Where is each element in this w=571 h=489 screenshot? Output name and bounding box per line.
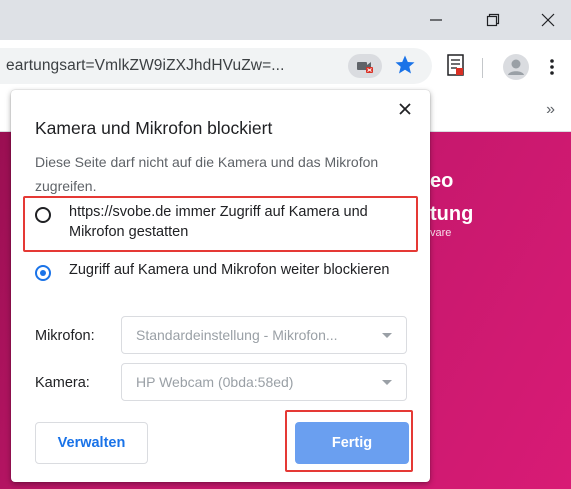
manage-button[interactable]: Verwalten (35, 422, 148, 464)
minimize-icon[interactable] (413, 0, 459, 40)
microphone-select[interactable]: Standardeinstellung - Mikrofon... (121, 316, 407, 354)
document-extension-icon[interactable] (446, 54, 466, 83)
avatar-icon[interactable] (503, 54, 529, 80)
close-icon[interactable] (394, 98, 416, 120)
toolbar-separator (482, 58, 483, 78)
dialog-title: Kamera und Mikrofon blockiert (35, 118, 273, 138)
page-subtitle-fragment: vare (430, 227, 452, 239)
kebab-menu-icon[interactable] (549, 58, 555, 81)
star-icon[interactable] (393, 53, 417, 82)
microphone-label: Mikrofon: (35, 328, 95, 344)
close-window-icon[interactable] (525, 0, 571, 40)
permission-dialog: Kamera und Mikrofon blockiert Diese Seit… (11, 90, 430, 482)
restore-icon[interactable] (470, 0, 516, 40)
dialog-description: Diese Seite darf nicht auf die Kamera un… (35, 154, 379, 194)
browser-toolbar: eartungsart=VmlkZW9iZXJhdHVuZw=... (0, 40, 571, 93)
double-chevron-icon[interactable]: » (546, 101, 555, 119)
title-bar (0, 0, 571, 40)
page-heading-fragment: eo (430, 170, 454, 192)
camera-blocked-icon[interactable] (348, 54, 382, 78)
chevron-down-icon (382, 333, 392, 338)
chevron-down-icon (382, 380, 392, 385)
done-button[interactable]: Fertig (295, 422, 409, 464)
url-text[interactable]: eartungsart=VmlkZW9iZXJhdHVuZw=... (6, 57, 284, 75)
allow-option-label[interactable]: https://svobe.de immer Zugriff auf Kamer… (69, 202, 409, 242)
page-heading-fragment-2: tung (430, 203, 474, 225)
address-bar[interactable]: eartungsart=VmlkZW9iZXJhdHVuZw=... (0, 48, 432, 84)
allow-radio[interactable] (35, 207, 51, 223)
microphone-select-value: Standardeinstellung - Mikrofon... (136, 327, 338, 343)
block-radio[interactable] (35, 265, 51, 281)
camera-select[interactable]: HP Webcam (0bda:58ed) (121, 363, 407, 401)
camera-label: Kamera: (35, 375, 90, 391)
block-option-label[interactable]: Zugriff auf Kamera und Mikrofon weiter b… (69, 260, 409, 280)
camera-select-value: HP Webcam (0bda:58ed) (136, 374, 294, 390)
